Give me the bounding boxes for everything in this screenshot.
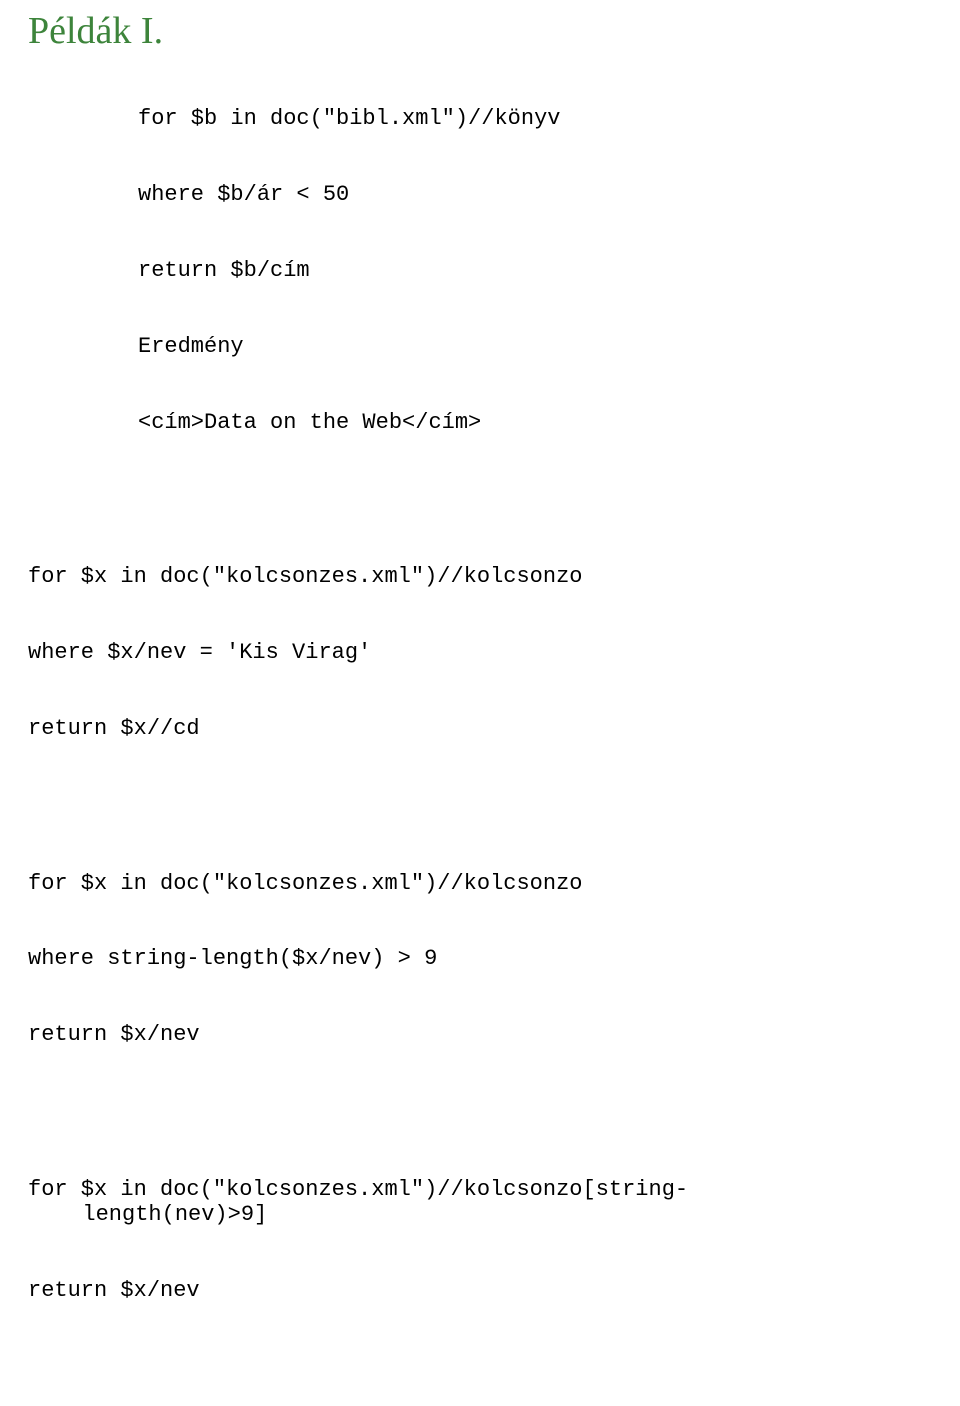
code-line: return $x/nev xyxy=(28,1278,932,1303)
code-example-4: for $x in doc("kolcsonzes.xml")//kolcson… xyxy=(28,1126,932,1354)
code-line: where string-length($x/nev) > 9 xyxy=(28,946,932,971)
code-example-1: for $b in doc("bibl.xml")//könyv where $… xyxy=(138,56,932,486)
code-line: where $b/ár < 50 xyxy=(138,182,932,207)
code-line: return $x//cd xyxy=(28,716,932,741)
code-line: Eredmény xyxy=(138,334,932,359)
code-line: for $b in doc("bibl.xml")//könyv xyxy=(138,106,932,131)
page-title: Példák I. xyxy=(28,10,932,54)
code-example-3: for $x in doc("kolcsonzes.xml")//kolcson… xyxy=(28,820,932,1098)
code-line: return $x/nev xyxy=(28,1022,932,1047)
code-example-5: for $x in doc("kolcsonzes.xml")//kolcson… xyxy=(28,1382,932,1406)
code-line: return $b/cím xyxy=(138,258,932,283)
code-line: for $x in doc("kolcsonzes.xml")//kolcson… xyxy=(28,564,932,589)
code-line: for $x in doc("kolcsonzes.xml")//kolcson… xyxy=(28,1177,932,1228)
slide: Példák I. for $b in doc("bibl.xml")//kön… xyxy=(0,0,960,1406)
code-example-2: for $x in doc("kolcsonzes.xml")//kolcson… xyxy=(28,514,932,792)
code-line: <cím>Data on the Web</cím> xyxy=(138,410,932,435)
code-line: for $x in doc("kolcsonzes.xml")//kolcson… xyxy=(28,871,932,896)
code-line: where $x/nev = 'Kis Virag' xyxy=(28,640,932,665)
